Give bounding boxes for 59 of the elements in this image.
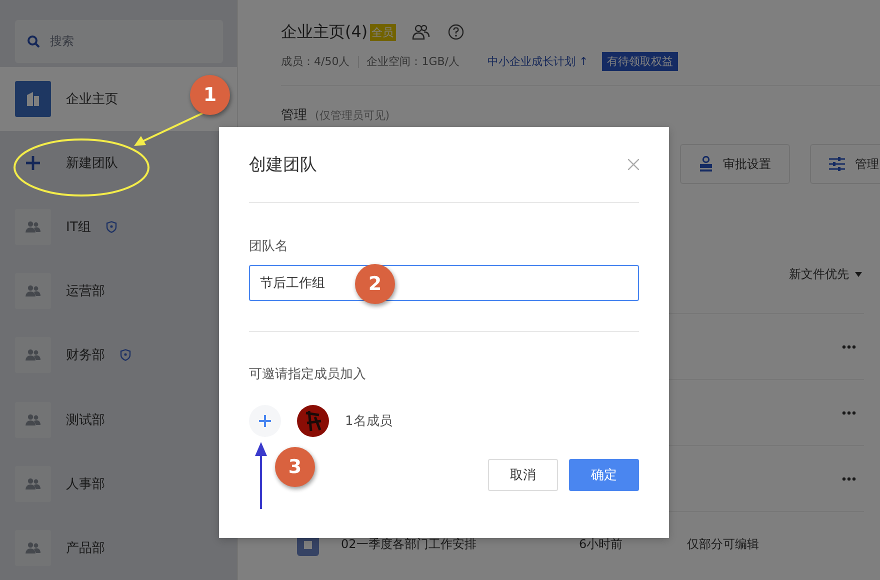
team-icon [25, 414, 41, 426]
file-time: 6小时前 [579, 536, 624, 553]
more-icon[interactable] [842, 410, 856, 414]
help-icon[interactable] [448, 24, 464, 40]
search-placeholder: 搜索 [50, 32, 74, 50]
stamp-icon [699, 156, 713, 172]
sidebar-item[interactable]: 运营部 [0, 259, 237, 324]
callout-arrow [254, 442, 268, 509]
sidebar-item[interactable]: 测试部 [0, 388, 237, 452]
manage-button[interactable]: 审批设置 [680, 144, 790, 184]
caret-icon [855, 272, 862, 277]
section-note: (仅管理员可见) [315, 108, 390, 123]
sort-dropdown[interactable]: 新文件优先 [789, 266, 862, 283]
sidebar-item-label: 运营部 [66, 283, 105, 300]
team-icon [25, 285, 41, 298]
sidebar-item-label: IT组 [66, 219, 91, 236]
sidebar-item-label: 人事部 [66, 476, 105, 493]
close-icon[interactable] [628, 159, 639, 170]
sidebar-item-label: 测试部 [66, 412, 105, 429]
team-icon [25, 221, 41, 234]
add-member-button[interactable] [249, 405, 281, 437]
confirm-button[interactable]: 确定 [569, 459, 639, 491]
plus-icon [259, 415, 271, 427]
sidebar-item-label: 产品部 [66, 540, 105, 557]
cancel-button[interactable]: 取消 [488, 459, 558, 491]
benefits-tag[interactable]: 有待领取权益 [602, 52, 678, 71]
manage-button[interactable]: 管理 [810, 144, 880, 184]
search-icon [27, 34, 40, 48]
dialog-title: 创建团队 [249, 154, 317, 176]
stat-text: 成员：4/50人 [281, 54, 350, 69]
search-field[interactable]: 搜索 [15, 20, 223, 63]
file-access: 仅部分可编辑 [687, 536, 759, 553]
member-count: 1名成员 [345, 413, 392, 430]
sidebar-item[interactable]: 产品部 [0, 516, 237, 580]
team-icon [25, 542, 41, 554]
section-title: 管理 [281, 107, 307, 124]
file-name[interactable]: 02一季度各部门工作安排 [341, 536, 579, 553]
sidebar-item[interactable]: 新建团队 [0, 130, 237, 196]
members-icon[interactable] [412, 24, 430, 40]
sidebar-item[interactable]: 人事部 [0, 452, 237, 516]
sidebar-item-label: 企业主页 [66, 90, 118, 108]
more-icon[interactable] [842, 476, 856, 480]
sidebar-item[interactable]: 财务部 [0, 323, 237, 388]
sidebar-item[interactable]: IT组 [0, 195, 237, 260]
page-title: 企业主页(4) [281, 22, 368, 42]
all-members-badge: 全员 [370, 24, 396, 40]
team-icon [25, 349, 41, 362]
callout-arrow [133, 112, 205, 147]
field-label: 团队名 [249, 238, 289, 255]
growth-plan-link[interactable]: 中小企业成长计划 ↑ [487, 54, 588, 69]
invite-label: 可邀请指定成员加入 [249, 366, 367, 383]
stat-text: 企业空间：1GB/人 [366, 54, 460, 69]
team-icon [25, 478, 41, 490]
more-icon[interactable] [842, 344, 856, 348]
sidebar-item-label: 财务部 [66, 347, 105, 364]
sidebar-item-label: 新建团队 [66, 155, 118, 172]
building-icon [15, 80, 51, 117]
avatar [297, 405, 329, 437]
sliders-icon [829, 157, 845, 171]
